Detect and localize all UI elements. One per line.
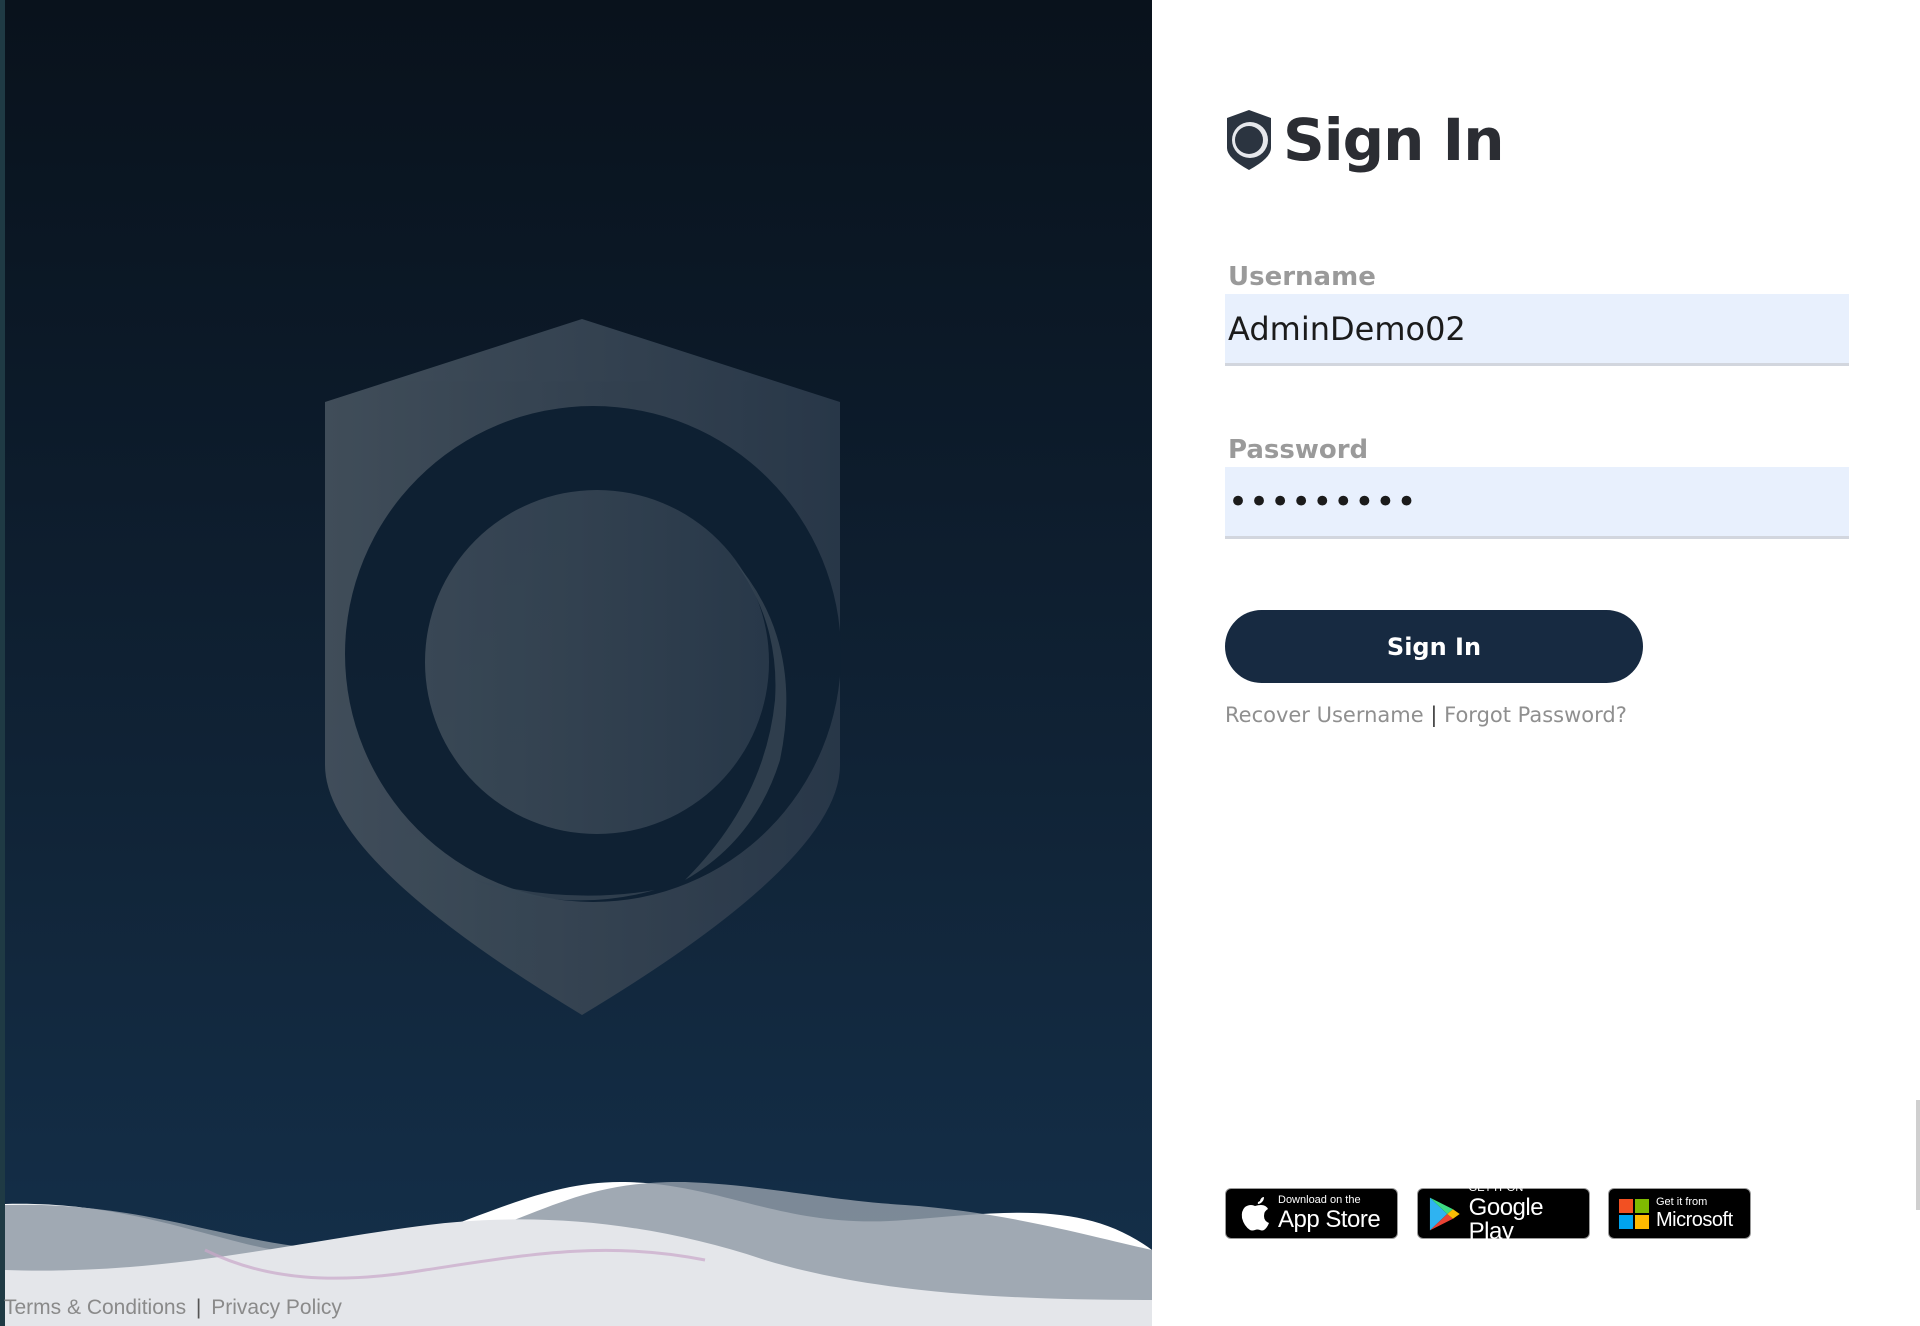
- apple-icon: [1241, 1196, 1269, 1230]
- play-icon: [1429, 1197, 1460, 1230]
- hero-graphic: [5, 319, 1152, 1326]
- username-input[interactable]: [1225, 294, 1849, 366]
- terms-link[interactable]: Terms & Conditions: [4, 1296, 186, 1320]
- google-play-badge[interactable]: GET IT ON Google Play: [1417, 1183, 1590, 1244]
- scrollbar[interactable]: [1916, 1100, 1920, 1210]
- google-play-small-text: GET IT ON: [1468, 1182, 1524, 1194]
- sign-in-button[interactable]: Sign In: [1225, 610, 1643, 683]
- app-store-badge[interactable]: Download on the App Store: [1225, 1188, 1398, 1239]
- password-input[interactable]: [1225, 467, 1849, 539]
- google-play-big-text: Google Play: [1468, 1194, 1544, 1245]
- microsoft-badge[interactable]: Get it from Microsoft: [1608, 1188, 1751, 1239]
- signin-heading: Sign In: [1283, 106, 1505, 174]
- page-title: Sign In: [1225, 104, 1505, 176]
- app-store-big-text: App Store: [1278, 1206, 1381, 1233]
- username-label: Username: [1228, 262, 1376, 292]
- footer-links: Terms & Conditions | Privacy Policy: [4, 1296, 342, 1320]
- footer-separator: |: [195, 1296, 202, 1319]
- recover-username-link[interactable]: Recover Username: [1225, 703, 1424, 727]
- privacy-link[interactable]: Privacy Policy: [211, 1296, 342, 1320]
- password-label: Password: [1228, 435, 1369, 465]
- forgot-password-link[interactable]: Forgot Password?: [1444, 703, 1627, 727]
- windows-icon: [1619, 1198, 1649, 1229]
- app-store-small-text: Download on the: [1278, 1194, 1361, 1206]
- links-separator: |: [1430, 703, 1438, 727]
- account-help-links: Recover Username | Forgot Password?: [1225, 703, 1627, 727]
- shield-logo-icon: [1227, 110, 1271, 170]
- microsoft-big-text: Microsoft: [1656, 1209, 1733, 1231]
- hero-panel: [5, 0, 1152, 1326]
- microsoft-small-text: Get it from: [1656, 1196, 1708, 1208]
- shield-logo-icon: [325, 319, 841, 1015]
